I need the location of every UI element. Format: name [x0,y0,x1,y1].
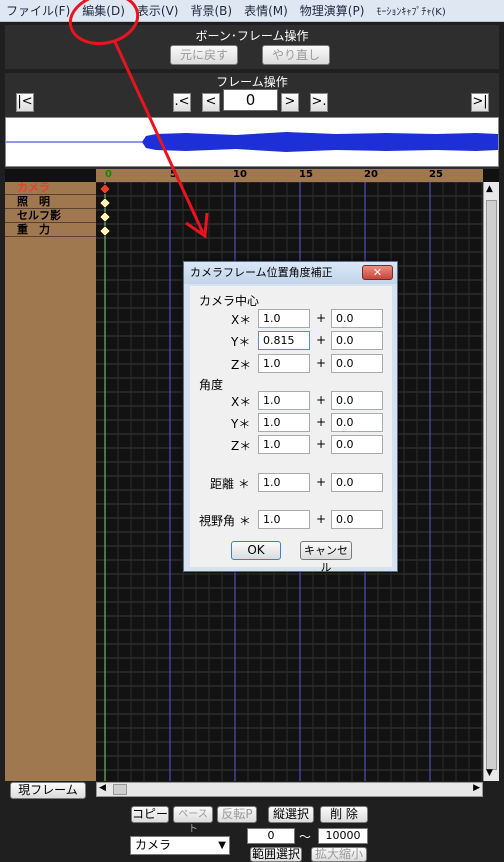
menu-background[interactable]: 背景(B) [184,2,238,19]
angle-y-label: Y＊ [231,417,251,431]
ok-button[interactable]: OK [231,541,281,560]
ruler-tick: 0 [105,169,112,180]
menu-motion-capture[interactable]: ﾓｰｼｮﾝｷｬﾌﾟﾁｬ(K) [370,3,451,18]
distance-label: 距離 ＊ [210,477,250,491]
scroll-down-icon[interactable]: ▼ [486,768,493,778]
angle-y-add-field[interactable]: 0.0 [331,413,383,432]
dialog-body: カメラ中心 X＊ 1.0 + 0.0 Y＊ 0.815 + 0.0 Z＊ 1.0… [190,286,392,574]
menu-edit[interactable]: 編集(D) [76,2,131,19]
section-camera-center: カメラ中心 [199,294,260,308]
menu-physics[interactable]: 物理演算(P) [294,2,371,19]
center-x-add-field[interactable]: 0.0 [331,309,383,328]
distance-mul-field[interactable]: 1.0 [258,473,310,492]
center-z-label: Z＊ [231,358,252,372]
current-frame-button[interactable]: 現フレーム [10,782,86,799]
distance-add-field[interactable]: 0.0 [331,473,383,492]
scroll-up-icon[interactable]: ▲ [486,184,493,194]
fov-mul-field[interactable]: 1.0 [258,510,310,529]
undo-button[interactable]: 元に戻す [170,45,238,65]
angle-x-label: X＊ [231,395,252,409]
fov-label: 視野角 ＊ [199,514,251,528]
prev-frame-button[interactable]: < [202,93,220,112]
track-self-shadow[interactable]: セルフ影 [5,210,96,223]
hscroll-thumb[interactable] [113,784,127,795]
ruler-tick: 20 [364,169,378,180]
ruler-tick: 5 [170,169,177,180]
timeline-vertical-scrollbar[interactable]: ▲ ▼ [483,182,499,781]
center-x-mul-field[interactable]: 1.0 [258,309,310,328]
menu-bar: ファイル(F) 編集(D) 表示(V) 背景(B) 表情(M) 物理演算(P) … [0,0,504,22]
first-frame-button[interactable]: |< [16,93,34,112]
ruler-tick: 25 [429,169,443,180]
frame-panel-title: フレーム操作 [216,75,288,89]
fov-add-field[interactable]: 0.0 [331,510,383,529]
center-z-add-field[interactable]: 0.0 [331,354,383,373]
center-y-add-field[interactable]: 0.0 [331,331,383,350]
ruler-tick: 10 [233,169,247,180]
cancel-button[interactable]: キャンセル [300,541,352,574]
track-name-column: カメラ 照 明 セルフ影 重 力 [5,182,96,781]
angle-x-mul-field[interactable]: 1.0 [258,391,310,410]
last-frame-button[interactable]: >| [471,93,489,112]
track-select-dropdown[interactable]: カメラ ▼ [130,836,230,855]
range-tilde: ～ [299,830,312,844]
center-y-mul-field[interactable]: 0.815 [258,331,310,350]
track-camera[interactable]: カメラ [5,182,96,195]
section-angle: 角度 [199,378,224,392]
plus-sign: + [316,512,327,526]
timeline-horizontal-scrollbar[interactable]: ◀ ▶ [96,782,483,797]
plus-sign: + [316,415,327,429]
redo-button[interactable]: やり直し [262,45,330,65]
track-light[interactable]: 照 明 [5,196,96,209]
waveform-graphic [6,132,498,152]
vscroll-thumb[interactable] [486,200,497,770]
prev-key-button[interactable]: .< [173,93,191,112]
angle-z-mul-field[interactable]: 1.0 [258,435,310,454]
frame-number-input[interactable]: 0 [223,89,278,111]
audio-waveform [5,117,499,167]
zoom-button[interactable]: 拡大縮小 [311,847,367,862]
bone-panel-title: ボーン･フレーム操作 [195,29,309,43]
angle-z-add-field[interactable]: 0.0 [331,435,383,454]
range-to-input[interactable]: 10000 [318,828,368,844]
angle-x-add-field[interactable]: 0.0 [331,391,383,410]
next-frame-button[interactable]: > [281,93,299,112]
camera-correction-dialog: カメラフレーム位置角度補正 ✕ カメラ中心 X＊ 1.0 + 0.0 Y＊ 0.… [183,261,398,574]
chevron-down-icon[interactable]: ▼ [218,837,226,854]
next-key-button[interactable]: >. [310,93,328,112]
track-select-value: カメラ [135,838,172,852]
delete-button[interactable]: 削 除 [320,806,368,823]
center-y-label: Y＊ [231,335,251,349]
ruler-tick: 15 [299,169,313,180]
center-x-label: X＊ [231,313,252,327]
menu-file[interactable]: ファイル(F) [0,2,76,19]
range-select-button[interactable]: 範囲選択 [250,847,302,862]
angle-y-mul-field[interactable]: 1.0 [258,413,310,432]
plus-sign: + [316,475,327,489]
menu-expression[interactable]: 表情(M) [238,2,294,19]
center-z-mul-field[interactable]: 1.0 [258,354,310,373]
reverse-paste-button[interactable]: 反転P [217,806,257,823]
column-select-button[interactable]: 縦選択 [268,806,314,823]
plus-sign: + [316,311,327,325]
plus-sign: + [316,333,327,347]
range-from-input[interactable]: 0 [247,828,295,844]
scroll-left-icon[interactable]: ◀ [99,783,106,793]
dialog-close-button[interactable]: ✕ [362,265,393,280]
plus-sign: + [316,437,327,451]
copy-button[interactable]: コピー [131,806,169,823]
plus-sign: + [316,356,327,370]
menu-view[interactable]: 表示(V) [131,2,185,19]
scroll-right-icon[interactable]: ▶ [473,783,480,793]
plus-sign: + [316,393,327,407]
track-gravity[interactable]: 重 力 [5,224,96,237]
paste-button[interactable]: ペースト [173,806,213,835]
frame-ruler: 0 5 10 15 20 25 [96,169,483,182]
angle-z-label: Z＊ [231,439,252,453]
